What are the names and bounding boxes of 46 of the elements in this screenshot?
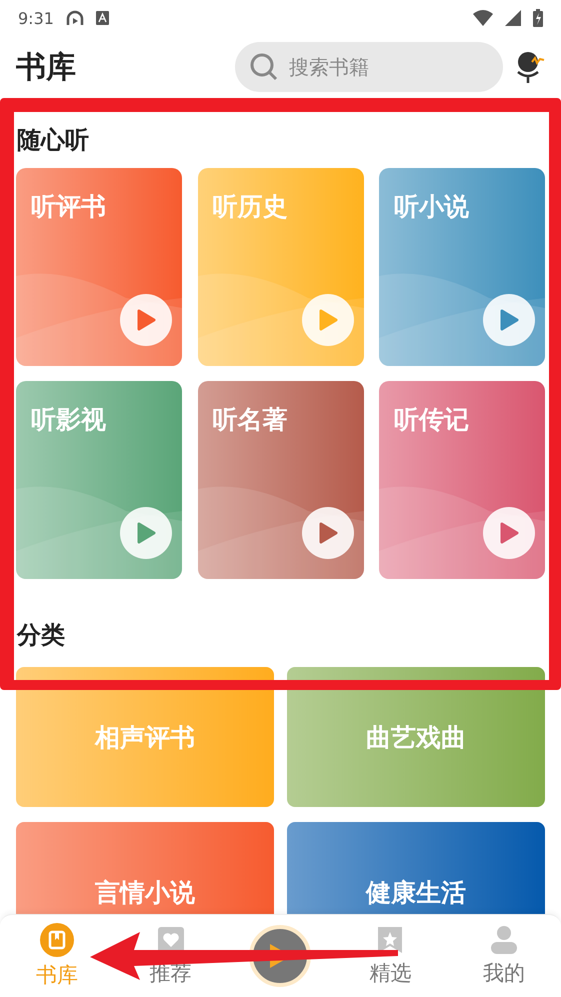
listen-card[interactable]: 听影视	[16, 381, 182, 579]
book-icon	[40, 923, 74, 957]
play-icon	[318, 309, 338, 331]
search-field[interactable]: 搜索书籍	[235, 42, 503, 92]
voice-search-icon[interactable]	[515, 50, 545, 84]
nav-tab[interactable]: 我的	[469, 925, 540, 987]
person-icon	[489, 925, 520, 955]
listen-card[interactable]: 听评书	[16, 168, 182, 366]
category-title: 健康生活	[366, 876, 466, 908]
category-title: 曲艺戏曲	[366, 722, 466, 754]
section-title: 分类	[16, 620, 66, 651]
section-title: 随心听	[16, 125, 90, 156]
play-icon	[136, 522, 156, 544]
card-title: 听传记	[394, 404, 469, 436]
wifi-icon	[473, 10, 493, 26]
play-icon	[136, 309, 156, 331]
play-icon	[318, 522, 338, 544]
card-title: 听历史	[212, 191, 288, 223]
search-icon	[249, 52, 279, 82]
play-button[interactable]	[483, 294, 535, 346]
card-title: 听名著	[212, 404, 288, 436]
nav-tab[interactable]: 书库	[22, 923, 92, 989]
play-button[interactable]	[483, 507, 535, 559]
category-title: 相声评书	[95, 722, 195, 754]
card-title: 听小说	[394, 191, 469, 223]
listen-card[interactable]: 听传记	[379, 381, 545, 579]
card-title: 听评书	[31, 191, 106, 223]
battery-icon	[533, 9, 543, 27]
page-title: 书库	[16, 48, 77, 86]
listen-card[interactable]: 听小说	[379, 168, 545, 366]
category-card[interactable]: 曲艺戏曲	[287, 667, 545, 807]
play-icon	[499, 309, 519, 331]
play-button[interactable]	[120, 507, 172, 559]
card-title: 听影视	[31, 404, 106, 436]
listen-card[interactable]: 听名著	[198, 381, 364, 579]
listen-card[interactable]: 听历史	[198, 168, 364, 366]
play-button[interactable]	[302, 507, 354, 559]
category-title: 言情小说	[95, 876, 195, 908]
play-icon	[499, 522, 519, 544]
headphones-icon	[66, 10, 84, 26]
category-card[interactable]: 健康生活	[287, 822, 545, 914]
signal-icon	[505, 10, 521, 26]
play-button[interactable]	[120, 294, 172, 346]
category-card[interactable]: 言情小说	[16, 822, 274, 914]
status-time: 9:31	[18, 8, 54, 28]
category-card[interactable]: 相声评书	[16, 667, 274, 807]
